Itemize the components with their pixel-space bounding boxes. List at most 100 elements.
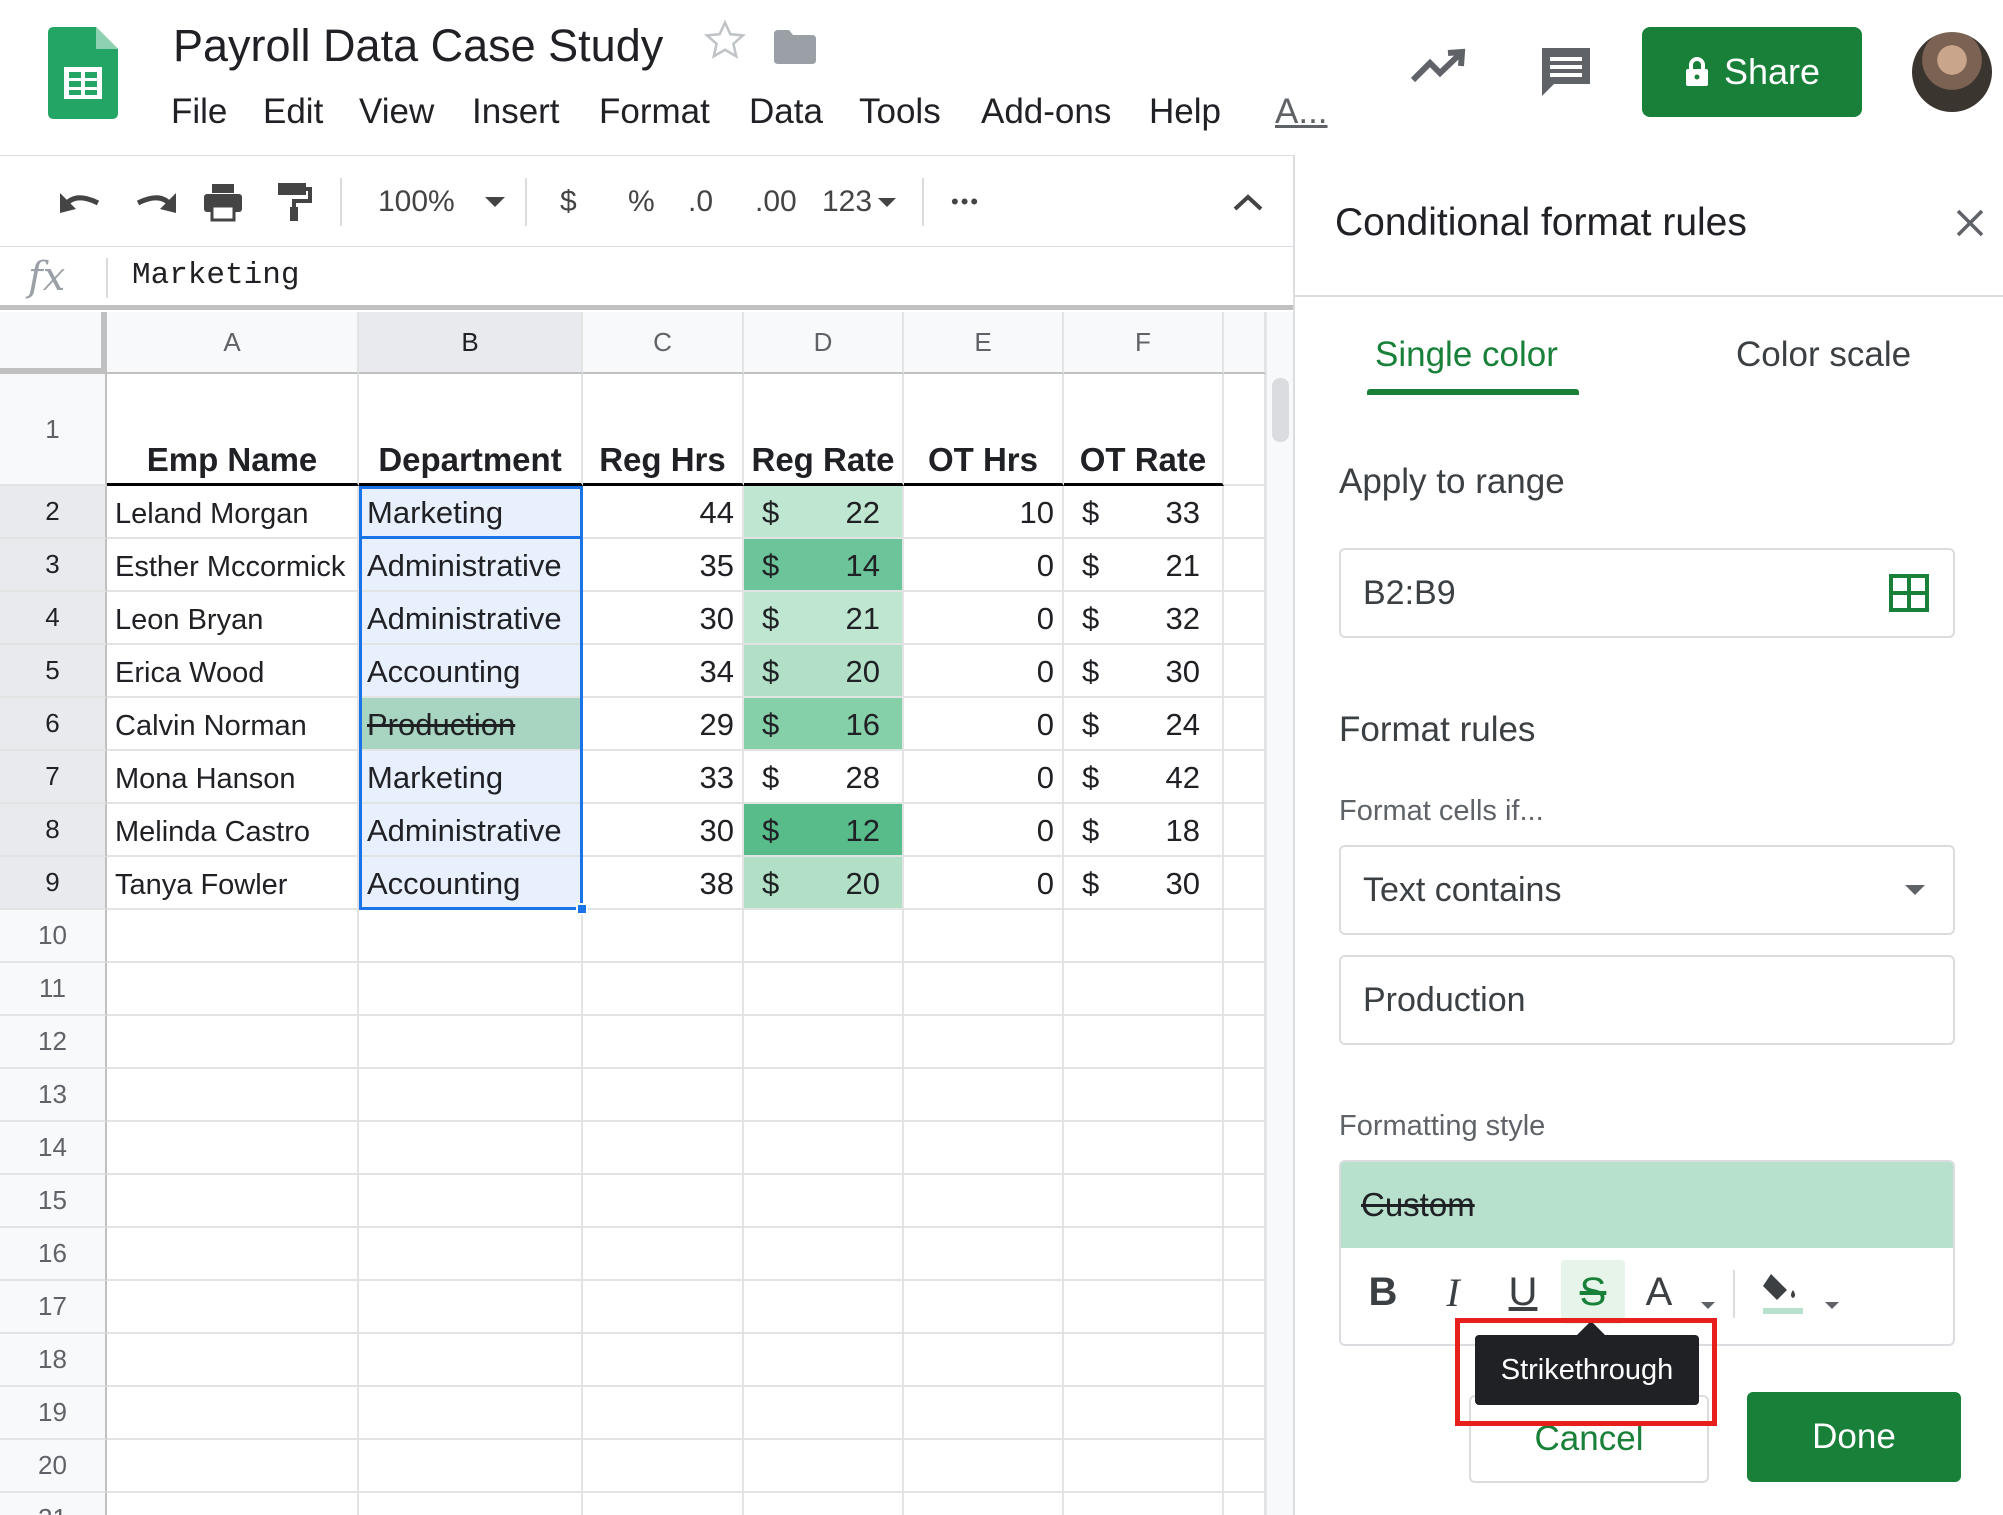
empty-cell[interactable] [359, 1016, 583, 1069]
empty-cell[interactable] [744, 1334, 904, 1387]
empty-cell[interactable] [107, 1228, 359, 1281]
ot-rate-cell[interactable]: $18 [1064, 804, 1224, 857]
reg-hrs-cell[interactable]: 30 [583, 804, 744, 857]
print-button[interactable] [202, 156, 244, 248]
empty-cell[interactable] [359, 910, 583, 963]
empty-cell[interactable] [359, 1493, 583, 1515]
column-title-cell[interactable]: OT Rate [1064, 374, 1224, 486]
empty-cell[interactable] [107, 1387, 359, 1440]
empty-cell[interactable] [904, 1281, 1064, 1334]
empty-cell[interactable] [107, 1281, 359, 1334]
menu-tools[interactable]: Tools [859, 92, 941, 132]
column-header-f[interactable]: F [1064, 312, 1224, 374]
empty-cell[interactable] [1224, 804, 1266, 857]
empty-cell[interactable] [1224, 1493, 1266, 1515]
empty-cell[interactable] [1224, 1228, 1266, 1281]
more-formats-button[interactable]: 123 [822, 156, 897, 248]
empty-cell[interactable] [1224, 1175, 1266, 1228]
star-icon[interactable] [703, 18, 747, 62]
condition-dropdown[interactable]: Text contains [1339, 845, 1955, 935]
department-cell[interactable]: Production [359, 698, 583, 751]
ot-rate-cell[interactable]: $32 [1064, 592, 1224, 645]
empty-cell[interactable] [1224, 1440, 1266, 1493]
menu-last-edit[interactable]: A... [1275, 92, 1328, 132]
empty-cell[interactable] [359, 1440, 583, 1493]
empty-cell[interactable] [1064, 1228, 1224, 1281]
column-title-cell[interactable]: Reg Hrs [583, 374, 744, 486]
menu-data[interactable]: Data [749, 92, 823, 132]
reg-rate-cell[interactable]: $28 [744, 751, 904, 804]
empty-cell[interactable] [1224, 374, 1266, 486]
bold-button[interactable]: B [1351, 1260, 1415, 1324]
document-title[interactable]: Payroll Data Case Study [173, 20, 663, 72]
empty-cell[interactable] [583, 1440, 744, 1493]
ot-hrs-cell[interactable]: 0 [904, 698, 1064, 751]
empty-cell[interactable] [904, 1440, 1064, 1493]
empty-cell[interactable] [359, 963, 583, 1016]
empty-cell[interactable] [107, 1069, 359, 1122]
employee-name-cell[interactable]: Leon Bryan [107, 592, 359, 645]
text-color-button[interactable]: A [1627, 1260, 1691, 1324]
row-header[interactable]: 17 [0, 1281, 107, 1334]
ot-hrs-cell[interactable]: 10 [904, 486, 1064, 539]
ot-rate-cell[interactable]: $30 [1064, 857, 1224, 910]
empty-cell[interactable] [1064, 910, 1224, 963]
reg-hrs-cell[interactable]: 29 [583, 698, 744, 751]
increase-decimal-button[interactable]: .00 [755, 156, 797, 248]
empty-cell[interactable] [744, 1228, 904, 1281]
empty-cell[interactable] [1224, 1281, 1266, 1334]
employee-name-cell[interactable]: Calvin Norman [107, 698, 359, 751]
employee-name-cell[interactable]: Mona Hanson [107, 751, 359, 804]
ot-hrs-cell[interactable]: 0 [904, 645, 1064, 698]
empty-cell[interactable] [744, 1175, 904, 1228]
empty-cell[interactable] [1224, 1016, 1266, 1069]
empty-cell[interactable] [744, 1069, 904, 1122]
empty-cell[interactable] [904, 1334, 1064, 1387]
ot-rate-cell[interactable]: $42 [1064, 751, 1224, 804]
italic-button[interactable]: I [1421, 1260, 1485, 1324]
ot-rate-cell[interactable]: $33 [1064, 486, 1224, 539]
menu-insert[interactable]: Insert [472, 92, 560, 132]
empty-cell[interactable] [107, 1016, 359, 1069]
empty-cell[interactable] [1224, 698, 1266, 751]
row-header[interactable]: 1 [0, 374, 107, 486]
fill-handle[interactable] [576, 903, 588, 915]
empty-cell[interactable] [1064, 1016, 1224, 1069]
empty-cell[interactable] [1224, 751, 1266, 804]
empty-cell[interactable] [1064, 1281, 1224, 1334]
undo-button[interactable] [58, 156, 104, 248]
empty-cell[interactable] [583, 1387, 744, 1440]
zoom-select[interactable]: 100% [378, 156, 505, 248]
ot-rate-cell[interactable]: $24 [1064, 698, 1224, 751]
select-all-corner[interactable] [0, 312, 107, 374]
empty-cell[interactable] [1064, 1493, 1224, 1515]
department-cell[interactable]: Administrative [359, 539, 583, 592]
empty-cell[interactable] [583, 1016, 744, 1069]
reg-hrs-cell[interactable]: 44 [583, 486, 744, 539]
empty-cell[interactable] [904, 1493, 1064, 1515]
menu-view[interactable]: View [359, 92, 434, 132]
avatar[interactable] [1912, 32, 1992, 112]
row-header[interactable]: 5 [0, 645, 107, 698]
empty-cell[interactable] [583, 1069, 744, 1122]
reg-hrs-cell[interactable]: 35 [583, 539, 744, 592]
tab-color-scale[interactable]: Color scale [1736, 335, 1911, 375]
department-cell[interactable]: Marketing [359, 751, 583, 804]
column-title-cell[interactable]: Emp Name [107, 374, 359, 486]
column-title-cell[interactable]: Reg Rate [744, 374, 904, 486]
empty-cell[interactable] [1064, 1440, 1224, 1493]
empty-cell[interactable] [107, 910, 359, 963]
employee-name-cell[interactable]: Tanya Fowler [107, 857, 359, 910]
folder-icon[interactable] [774, 30, 816, 64]
empty-cell[interactable] [583, 1228, 744, 1281]
empty-cell[interactable] [744, 1281, 904, 1334]
row-header[interactable]: 13 [0, 1069, 107, 1122]
reg-rate-cell[interactable]: $20 [744, 645, 904, 698]
empty-cell[interactable] [904, 1016, 1064, 1069]
empty-cell[interactable] [107, 1493, 359, 1515]
empty-cell[interactable] [583, 1334, 744, 1387]
row-header[interactable]: 14 [0, 1122, 107, 1175]
reg-rate-cell[interactable]: $12 [744, 804, 904, 857]
empty-cell[interactable] [904, 910, 1064, 963]
reg-rate-cell[interactable]: $22 [744, 486, 904, 539]
